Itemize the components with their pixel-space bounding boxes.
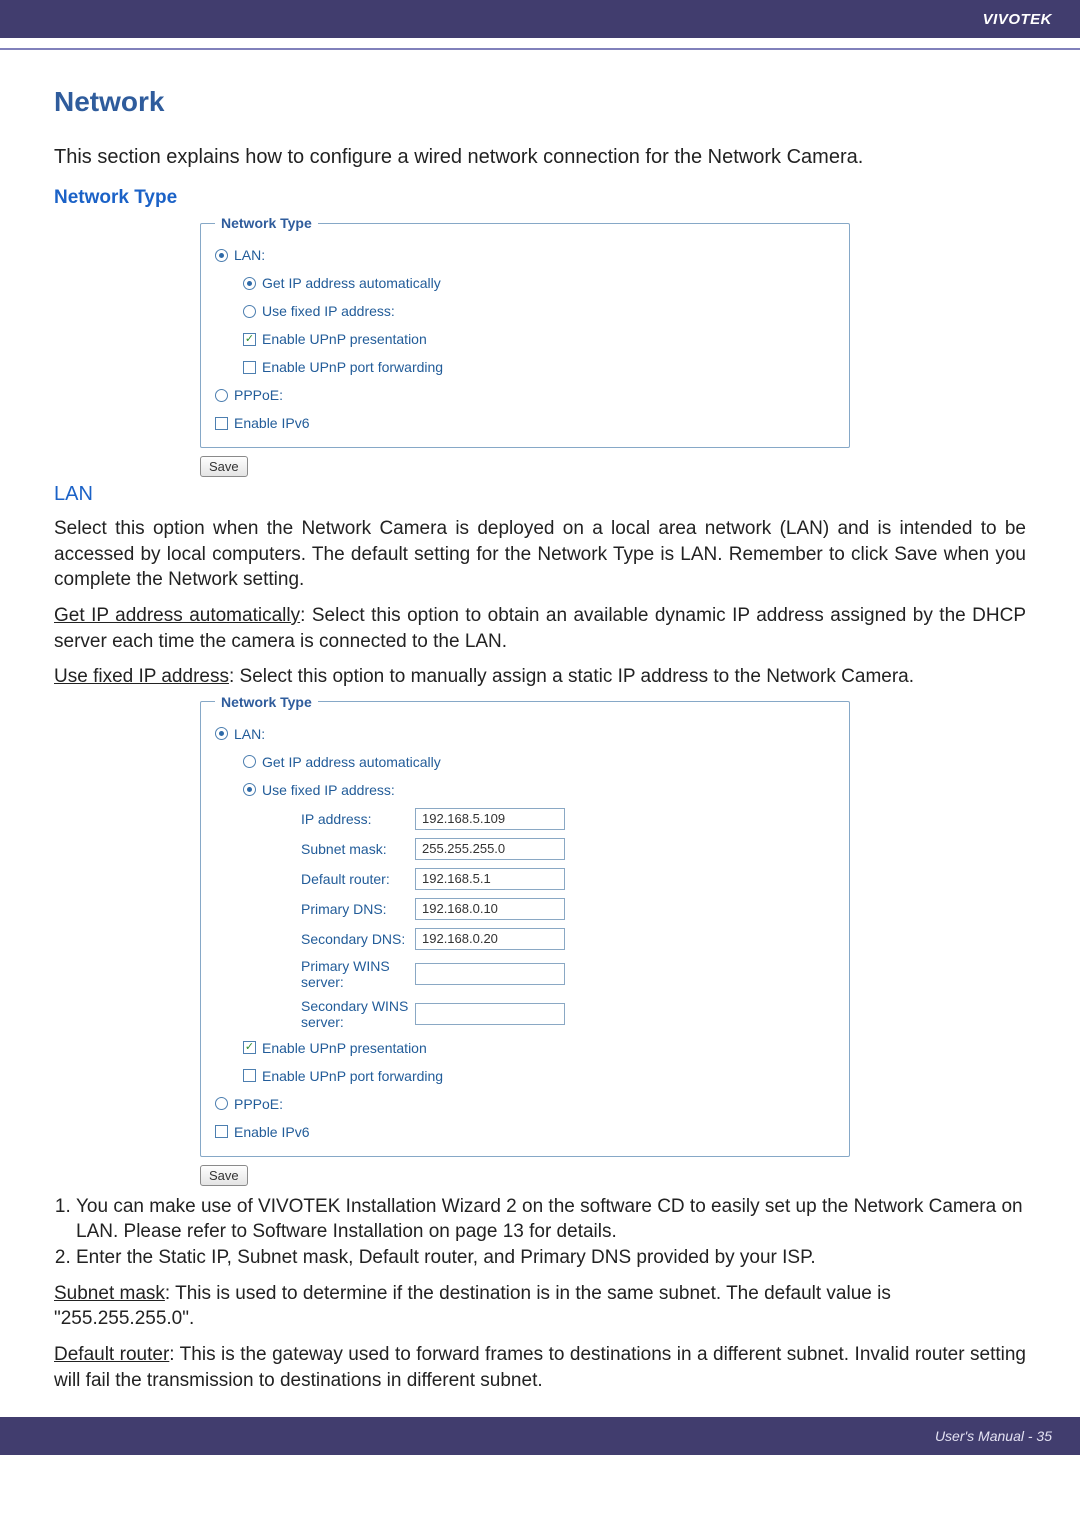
- default-router-term: Default router: [54, 1344, 169, 1365]
- secondary-dns-row: Secondary DNS:: [215, 924, 835, 954]
- enable-upnp-fwd-label: Enable UPnP port forwarding: [262, 359, 443, 375]
- enable-upnp-pres-label: Enable UPnP presentation: [262, 1040, 427, 1056]
- enable-ipv6-label: Enable IPv6: [234, 1124, 310, 1140]
- primary-dns-label: Primary DNS:: [215, 901, 415, 917]
- enable-ipv6-row[interactable]: Enable IPv6: [215, 409, 835, 437]
- checkbox-icon: [243, 361, 256, 374]
- get-ip-auto-label: Get IP address automatically: [262, 275, 441, 291]
- default-router-row: Default router:: [215, 864, 835, 894]
- page-content: Network This section explains how to con…: [0, 50, 1080, 1393]
- primary-dns-input[interactable]: [415, 898, 565, 920]
- radio-empty-icon: [215, 1097, 228, 1110]
- pppoe-radio-row[interactable]: PPPoE:: [215, 1090, 835, 1118]
- page-footer: User's Manual - 35: [0, 1417, 1080, 1455]
- network-type-fieldset-1: Network Type LAN: Get IP address automat…: [200, 215, 850, 448]
- primary-wins-label: Primary WINS server:: [215, 958, 415, 990]
- fieldset-legend: Network Type: [215, 215, 318, 231]
- brand-text: VIVOTEK: [983, 11, 1052, 28]
- save-button[interactable]: Save: [200, 1165, 248, 1186]
- fieldset-legend: Network Type: [215, 694, 318, 710]
- get-ip-auto-paragraph: Get IP address automatically: Select thi…: [54, 603, 1026, 654]
- ip-address-label: IP address:: [215, 811, 415, 827]
- radio-empty-icon: [243, 755, 256, 768]
- default-router-input[interactable]: [415, 868, 565, 890]
- page-header: VIVOTEK: [0, 0, 1080, 38]
- subnet-mask-input[interactable]: [415, 838, 565, 860]
- primary-wins-input[interactable]: [415, 963, 565, 985]
- subnet-mask-term: Subnet mask: [54, 1283, 165, 1304]
- secondary-dns-input[interactable]: [415, 928, 565, 950]
- enable-upnp-pres-label: Enable UPnP presentation: [262, 331, 427, 347]
- subnet-mask-row: Subnet mask:: [215, 834, 835, 864]
- section-title: Network: [54, 86, 1026, 118]
- numbered-list: You can make use of VIVOTEK Installation…: [76, 1194, 1026, 1271]
- radio-selected-icon: [243, 783, 256, 796]
- radio-empty-icon: [243, 305, 256, 318]
- secondary-wins-label: Secondary WINS server:: [215, 998, 415, 1030]
- checkbox-icon: [215, 417, 228, 430]
- pppoe-label: PPPoE:: [234, 387, 283, 403]
- checkbox-icon: [243, 1069, 256, 1082]
- get-ip-auto-radio-row[interactable]: Get IP address automatically: [215, 748, 835, 776]
- lan-paragraph: Select this option when the Network Came…: [54, 516, 1026, 593]
- enable-ipv6-row[interactable]: Enable IPv6: [215, 1118, 835, 1146]
- enable-upnp-fwd-row[interactable]: Enable UPnP port forwarding: [215, 1062, 835, 1090]
- checkbox-icon: [215, 1125, 228, 1138]
- use-fixed-ip-label: Use fixed IP address:: [262, 782, 395, 798]
- secondary-wins-input[interactable]: [415, 1003, 565, 1025]
- lan-label: LAN:: [234, 726, 265, 742]
- use-fixed-ip-term: Use fixed IP address: [54, 666, 229, 687]
- network-type-heading: Network Type: [54, 187, 1026, 209]
- use-fixed-ip-paragraph: Use fixed IP address: Select this option…: [54, 664, 1026, 690]
- list-item: Enter the Static IP, Subnet mask, Defaul…: [76, 1245, 1026, 1271]
- lan-radio-row[interactable]: LAN:: [215, 720, 835, 748]
- get-ip-auto-radio-row[interactable]: Get IP address automatically: [215, 269, 835, 297]
- enable-upnp-fwd-label: Enable UPnP port forwarding: [262, 1068, 443, 1084]
- enable-upnp-pres-row[interactable]: Enable UPnP presentation: [215, 325, 835, 353]
- primary-dns-row: Primary DNS:: [215, 894, 835, 924]
- radio-empty-icon: [215, 389, 228, 402]
- get-ip-auto-label: Get IP address automatically: [262, 754, 441, 770]
- checkbox-checked-icon: [243, 333, 256, 346]
- use-fixed-ip-radio-row[interactable]: Use fixed IP address:: [215, 776, 835, 804]
- pppoe-radio-row[interactable]: PPPoE:: [215, 381, 835, 409]
- enable-upnp-pres-row[interactable]: Enable UPnP presentation: [215, 1034, 835, 1062]
- secondary-wins-row: Secondary WINS server:: [215, 994, 835, 1034]
- use-fixed-ip-label: Use fixed IP address:: [262, 303, 395, 319]
- default-router-label: Default router:: [215, 871, 415, 887]
- get-ip-auto-term: Get IP address automatically: [54, 605, 300, 626]
- secondary-dns-label: Secondary DNS:: [215, 931, 415, 947]
- footer-text: User's Manual - 35: [935, 1428, 1052, 1444]
- lan-radio-row[interactable]: LAN:: [215, 241, 835, 269]
- checkbox-checked-icon: [243, 1041, 256, 1054]
- lan-label: LAN:: [234, 247, 265, 263]
- lan-subheading: LAN: [54, 483, 1026, 506]
- network-type-fieldset-2: Network Type LAN: Get IP address automat…: [200, 694, 850, 1157]
- subnet-mask-label: Subnet mask:: [215, 841, 415, 857]
- radio-selected-icon: [215, 249, 228, 262]
- ip-address-row: IP address:: [215, 804, 835, 834]
- primary-wins-row: Primary WINS server:: [215, 954, 835, 994]
- list-item: You can make use of VIVOTEK Installation…: [76, 1194, 1026, 1245]
- default-router-paragraph: Default router: This is the gateway used…: [54, 1342, 1026, 1393]
- radio-selected-icon: [243, 277, 256, 290]
- radio-selected-icon: [215, 727, 228, 740]
- subnet-mask-paragraph: Subnet mask: This is used to determine i…: [54, 1281, 1026, 1332]
- enable-ipv6-label: Enable IPv6: [234, 415, 310, 431]
- enable-upnp-fwd-row[interactable]: Enable UPnP port forwarding: [215, 353, 835, 381]
- pppoe-label: PPPoE:: [234, 1096, 283, 1112]
- save-button[interactable]: Save: [200, 456, 248, 477]
- use-fixed-ip-radio-row[interactable]: Use fixed IP address:: [215, 297, 835, 325]
- ip-address-input[interactable]: [415, 808, 565, 830]
- intro-paragraph: This section explains how to configure a…: [54, 146, 1026, 169]
